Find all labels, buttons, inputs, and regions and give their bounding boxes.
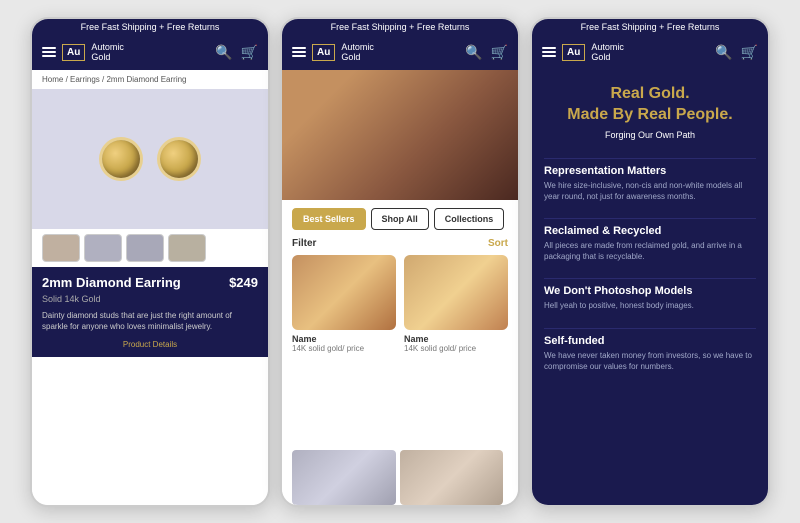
sort-label[interactable]: Sort xyxy=(488,238,508,249)
logo-au-1: Au xyxy=(62,44,85,61)
card-image-1[interactable] xyxy=(292,255,396,330)
product-grid: Name 14K solid gold/ price Name 14K soli… xyxy=(282,255,518,443)
cart-icon-3[interactable]: 🛒 xyxy=(741,44,758,61)
thumbnails xyxy=(32,229,268,267)
nav-right-2: 🔍 🛒 xyxy=(465,44,508,61)
logo-name-1: Automic Gold xyxy=(91,42,124,64)
divider-1 xyxy=(544,218,756,219)
section-body-3: Hell yeah to positive, honest body image… xyxy=(544,300,756,311)
hero-title-line1: Real Gold. xyxy=(610,85,689,102)
logo-au-3: Au xyxy=(562,44,585,61)
nav-right-3: 🔍 🛒 xyxy=(715,44,758,61)
navbar-1: Au Automic Gold 🔍 🛒 xyxy=(32,35,268,71)
product-card-1: Name 14K solid gold/ price xyxy=(292,255,396,443)
section-body-4: We have never taken money from investors… xyxy=(544,350,756,372)
topbar-1: Free Fast Shipping + Free Returns xyxy=(32,19,268,35)
section-body-1: We hire size-inclusive, non-cis and non-… xyxy=(544,180,756,202)
product-title-row: 2mm Diamond Earring $249 xyxy=(42,275,258,291)
phone3-content: Real Gold. Made By Real People. Forging … xyxy=(532,70,768,504)
product-info: 2mm Diamond Earring $249 Solid 14k Gold … xyxy=(32,267,268,357)
thumb-3[interactable] xyxy=(126,234,164,262)
card-sub-1: 14K solid gold/ price xyxy=(292,344,396,353)
menu-icon-3[interactable] xyxy=(542,47,556,57)
divider-2 xyxy=(544,278,756,279)
menu-icon-1[interactable] xyxy=(42,47,56,57)
earring-left xyxy=(102,140,140,178)
card-small-1[interactable] xyxy=(292,450,396,505)
section-heading-2: Reclaimed & Recycled xyxy=(544,225,756,237)
section-body-2: All pieces are made from reclaimed gold,… xyxy=(544,240,756,262)
product-image-main xyxy=(32,89,268,229)
filter-sort-bar: Filter Sort xyxy=(282,238,518,255)
section-representation: Representation Matters We hire size-incl… xyxy=(544,165,756,202)
card-sub-2: 14K solid gold/ price xyxy=(404,344,508,353)
product-card-2: Name 14K solid gold/ price xyxy=(404,255,508,443)
section-heading-1: Representation Matters xyxy=(544,165,756,177)
logo-name-3: Automic Gold xyxy=(591,42,624,64)
section-heading-4: Self-funded xyxy=(544,335,756,347)
section-reclaimed: Reclaimed & Recycled All pieces are made… xyxy=(544,225,756,262)
card-small-2[interactable] xyxy=(400,450,504,505)
product-desc: Dainty diamond studs that are just the r… xyxy=(42,310,258,332)
phone-1: Free Fast Shipping + Free Returns Au Aut… xyxy=(30,17,270,507)
product-detail-link[interactable]: Product Details xyxy=(42,340,258,349)
topbar-2: Free Fast Shipping + Free Returns xyxy=(282,19,518,35)
divider-0 xyxy=(544,158,756,159)
hero-image xyxy=(282,70,518,200)
tab-shop-all[interactable]: Shop All xyxy=(371,208,429,230)
card-image-2[interactable] xyxy=(404,255,508,330)
nav-left-1: Au Automic Gold xyxy=(42,42,124,64)
breadcrumb-1: Home / Earrings / 2mm Diamond Earring xyxy=(32,70,268,89)
cart-icon-2[interactable]: 🛒 xyxy=(491,44,508,61)
hero-hand xyxy=(282,70,518,200)
search-icon-3[interactable]: 🔍 xyxy=(715,44,732,61)
thumb-4[interactable] xyxy=(168,234,206,262)
thumb-2[interactable] xyxy=(84,234,122,262)
logo-au-2: Au xyxy=(312,44,335,61)
earring-right xyxy=(160,140,198,178)
menu-icon-2[interactable] xyxy=(292,47,306,57)
nav-left-3: Au Automic Gold xyxy=(542,42,624,64)
card-name-1: Name xyxy=(292,334,396,344)
cart-icon-1[interactable]: 🛒 xyxy=(241,44,258,61)
hero-title-3: Real Gold. Made By Real People. xyxy=(544,84,756,126)
product-title: 2mm Diamond Earring xyxy=(42,275,181,291)
logo-name-2: Automic Gold xyxy=(341,42,374,64)
filter-label[interactable]: Filter xyxy=(292,238,316,249)
phone1-content: Home / Earrings / 2mm Diamond Earring 2m… xyxy=(32,70,268,504)
nav-left-2: Au Automic Gold xyxy=(292,42,374,64)
tab-best-sellers[interactable]: Best Sellers xyxy=(292,208,366,230)
product-subtitle: Solid 14k Gold xyxy=(42,294,258,304)
search-icon-1[interactable]: 🔍 xyxy=(215,44,232,61)
divider-3 xyxy=(544,328,756,329)
filter-tabs: Best Sellers Shop All Collections xyxy=(282,200,518,238)
hero-subtitle-3: Forging Our Own Path xyxy=(544,130,756,140)
product-price: $249 xyxy=(229,275,258,290)
tab-collections[interactable]: Collections xyxy=(434,208,505,230)
section-heading-3: We Don't Photoshop Models xyxy=(544,285,756,297)
search-icon-2[interactable]: 🔍 xyxy=(465,44,482,61)
hero-title-line2: Made By Real People. xyxy=(567,106,732,123)
section-self-funded: Self-funded We have never taken money fr… xyxy=(544,335,756,372)
nav-right-1: 🔍 🛒 xyxy=(215,44,258,61)
phone2-content: Best Sellers Shop All Collections Filter… xyxy=(282,70,518,504)
card-row-2 xyxy=(282,450,518,505)
navbar-2: Au Automic Gold 🔍 🛒 xyxy=(282,35,518,71)
earring-display xyxy=(102,140,198,178)
section-photoshop: We Don't Photoshop Models Hell yeah to p… xyxy=(544,285,756,311)
phone-3: Free Fast Shipping + Free Returns Au Aut… xyxy=(530,17,770,507)
thumb-1[interactable] xyxy=(42,234,80,262)
topbar-3: Free Fast Shipping + Free Returns xyxy=(532,19,768,35)
card-name-2: Name xyxy=(404,334,508,344)
phone-2: Free Fast Shipping + Free Returns Au Aut… xyxy=(280,17,520,507)
navbar-3: Au Automic Gold 🔍 🛒 xyxy=(532,35,768,71)
